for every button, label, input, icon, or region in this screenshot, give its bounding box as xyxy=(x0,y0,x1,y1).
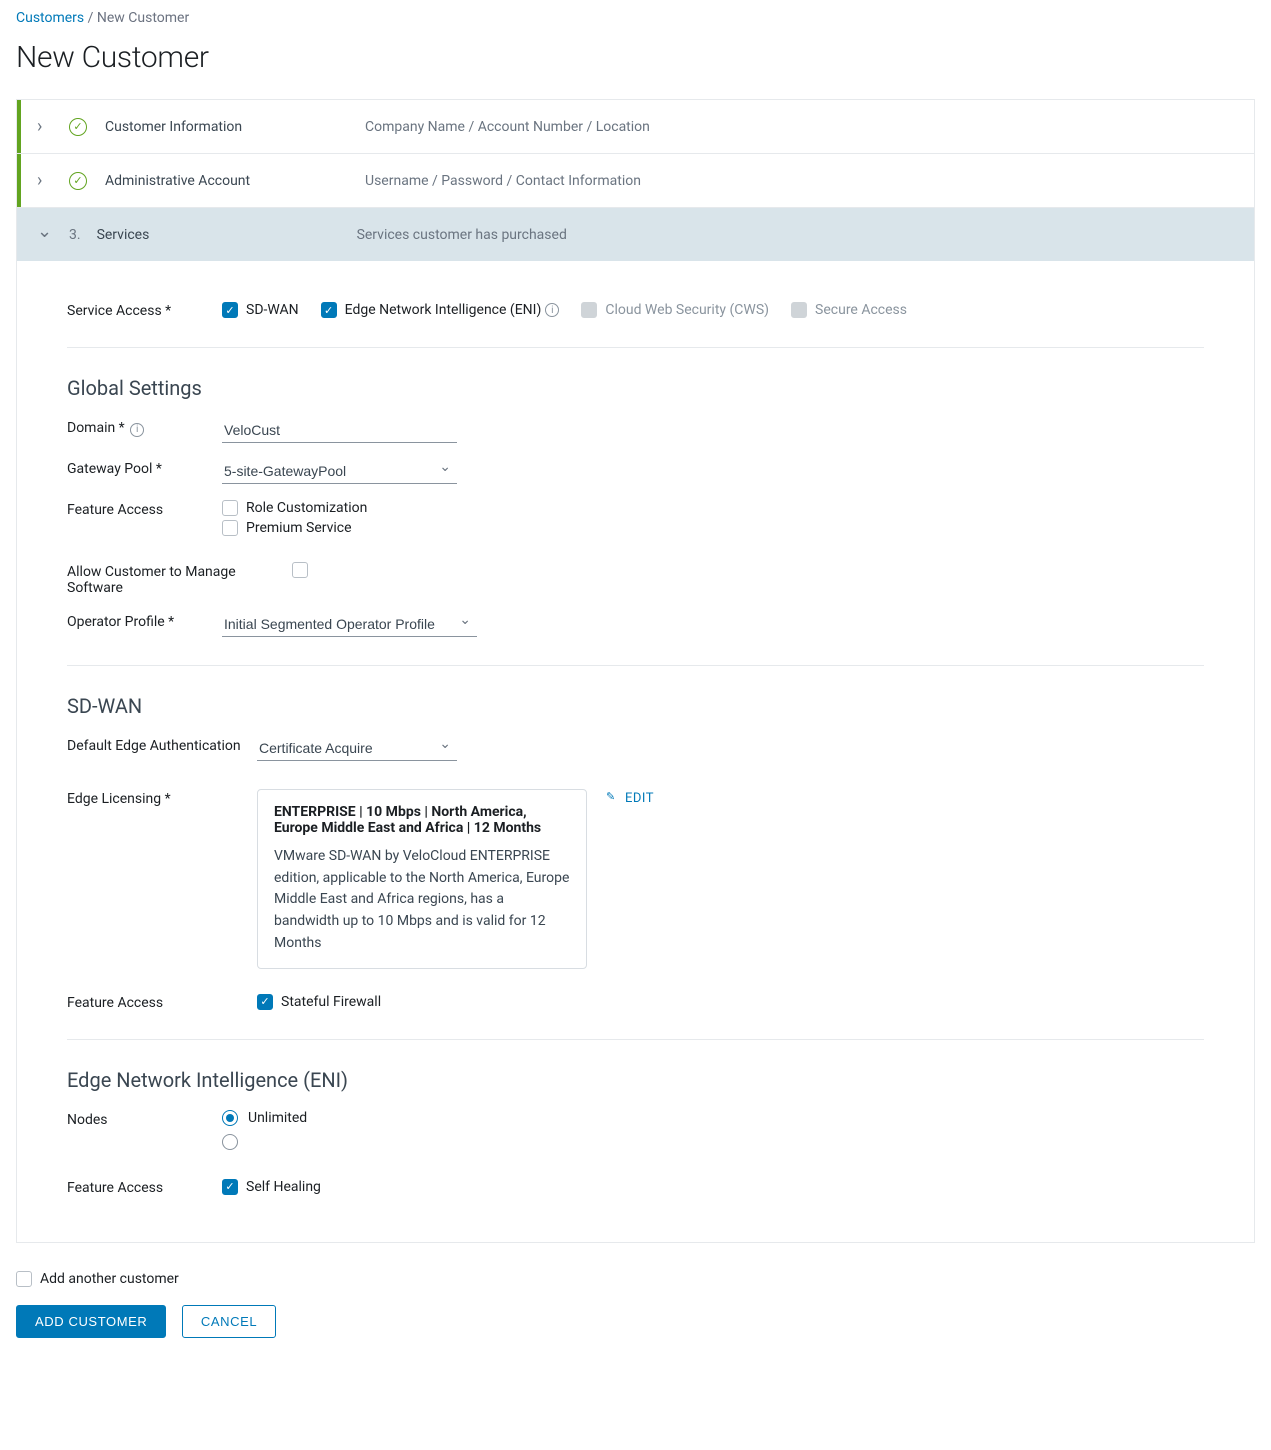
checkbox-stateful-firewall[interactable]: Stateful Firewall xyxy=(257,994,381,1010)
gateway-pool-label: Gateway Pool xyxy=(67,459,222,477)
domain-input[interactable] xyxy=(222,418,457,443)
checkbox-sdwan[interactable]: SD-WAN xyxy=(222,302,299,318)
checkbox-role-customization[interactable]: Role Customization xyxy=(222,500,367,516)
domain-label: Domain xyxy=(67,418,222,437)
checkbox-self-healing[interactable]: Self Healing xyxy=(222,1179,321,1195)
checkbox-eni[interactable]: Edge Network Intelligence (ENI) xyxy=(321,302,560,318)
checkbox-secure-access: Secure Access xyxy=(791,302,907,318)
checkbox-add-another[interactable]: Add another customer xyxy=(16,1271,179,1287)
chevron-right-icon xyxy=(37,116,53,137)
manage-software-label: Allow Customer to Manage Software xyxy=(67,562,292,596)
info-icon[interactable] xyxy=(545,303,559,317)
footer: Add another customer ADD CUSTOMER CANCEL xyxy=(16,1271,1255,1338)
edit-license-link[interactable]: EDIT xyxy=(605,791,654,806)
step-desc: Company Name / Account Number / Location xyxy=(365,119,650,135)
wizard-accordion: Customer Information Company Name / Acco… xyxy=(16,99,1255,1243)
license-title: ENTERPRISE | 10 Mbps | North America, Eu… xyxy=(274,804,570,836)
breadcrumb: Customers / New Customer xyxy=(16,8,1255,34)
nodes-label: Nodes xyxy=(67,1110,222,1128)
radio-nodes-unlimited[interactable]: Unlimited xyxy=(222,1110,307,1126)
info-icon[interactable] xyxy=(130,423,144,437)
services-panel: Service Access SD-WAN Edge Network Intel… xyxy=(17,261,1254,1242)
step-title: Administrative Account xyxy=(105,173,365,189)
chevron-down-icon xyxy=(37,224,53,245)
step-customer-info[interactable]: Customer Information Company Name / Acco… xyxy=(17,100,1254,153)
pencil-icon xyxy=(605,792,619,806)
breadcrumb-current: New Customer xyxy=(97,10,189,26)
edge-auth-select[interactable]: Certificate Acquire xyxy=(257,736,457,761)
step-desc: Username / Password / Contact Informatio… xyxy=(365,173,641,189)
step-title: Services xyxy=(97,227,357,243)
step-services[interactable]: 3. Services Services customer has purcha… xyxy=(17,208,1254,261)
step-admin-account[interactable]: Administrative Account Username / Passwo… xyxy=(17,154,1254,207)
sdwan-feature-label: Feature Access xyxy=(67,993,257,1011)
feature-access-label: Feature Access xyxy=(67,500,222,518)
edge-auth-label: Default Edge Authentication xyxy=(67,736,257,754)
gateway-pool-select[interactable]: 5-site-GatewayPool xyxy=(222,459,457,484)
step-number: 3. xyxy=(69,227,81,243)
license-card: ENTERPRISE | 10 Mbps | North America, Eu… xyxy=(257,789,587,969)
radio-nodes-custom[interactable] xyxy=(222,1134,307,1150)
step-title: Customer Information xyxy=(105,119,365,135)
page-title: New Customer xyxy=(16,40,1255,75)
cancel-button[interactable]: CANCEL xyxy=(182,1305,276,1338)
sdwan-heading: SD-WAN xyxy=(67,694,1204,718)
add-customer-button[interactable]: ADD CUSTOMER xyxy=(16,1305,166,1338)
check-circle-icon xyxy=(69,118,87,136)
license-body: VMware SD-WAN by VeloCloud ENTERPRISE ed… xyxy=(274,846,570,954)
eni-heading: Edge Network Intelligence (ENI) xyxy=(67,1068,1204,1092)
operator-profile-label: Operator Profile xyxy=(67,612,222,630)
checkbox-cws: Cloud Web Security (CWS) xyxy=(581,302,769,318)
breadcrumb-root-link[interactable]: Customers xyxy=(16,10,84,26)
check-circle-icon xyxy=(69,172,87,190)
operator-profile-select[interactable]: Initial Segmented Operator Profile xyxy=(222,612,477,637)
chevron-right-icon xyxy=(37,170,53,191)
eni-feature-label: Feature Access xyxy=(67,1178,222,1196)
checkbox-premium-service[interactable]: Premium Service xyxy=(222,520,352,536)
checkbox-manage-software[interactable] xyxy=(292,562,316,578)
service-access-label: Service Access xyxy=(67,301,222,319)
step-desc: Services customer has purchased xyxy=(357,227,567,243)
global-settings-heading: Global Settings xyxy=(67,376,1204,400)
edge-licensing-label: Edge Licensing xyxy=(67,789,257,807)
